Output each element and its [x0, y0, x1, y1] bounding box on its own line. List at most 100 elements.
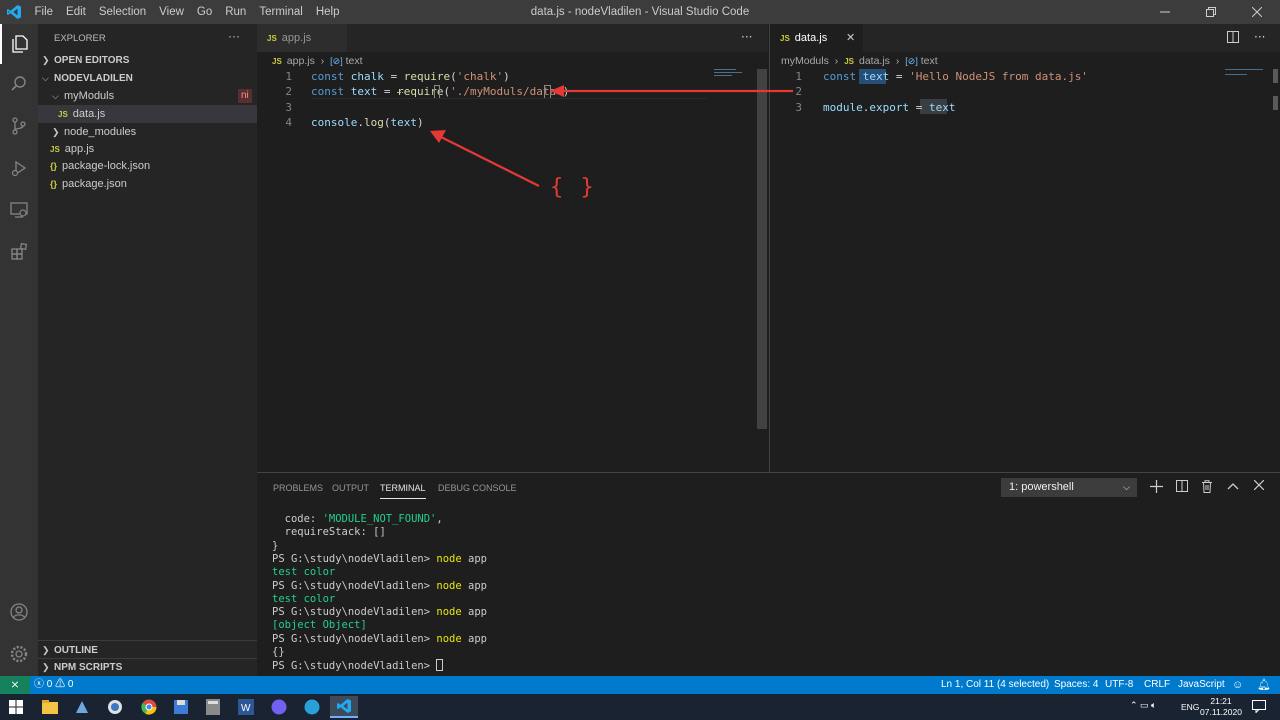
split-editor-icon[interactable] — [1227, 31, 1239, 46]
json-file-icon: {} — [50, 161, 58, 171]
save-disk-icon[interactable] — [167, 696, 195, 718]
tab-problems[interactable]: PROBLEMS — [273, 483, 323, 493]
terminal-line: PS G:\study\nodeVladilen> node app — [272, 633, 487, 646]
menu-bar: File Edit Selection View Go Run Terminal Help — [28, 0, 346, 24]
menu-run[interactable]: Run — [219, 0, 253, 24]
annotation-arrow — [550, 85, 793, 97]
menu-selection[interactable]: Selection — [92, 0, 152, 24]
menu-help[interactable]: Help — [309, 0, 346, 24]
close-window-button[interactable] — [1234, 0, 1280, 24]
action-center-icon[interactable] — [1252, 700, 1266, 716]
indentation[interactable]: Spaces: 4 — [1054, 676, 1098, 694]
explorer-icon[interactable] — [0, 24, 38, 64]
menu-file[interactable]: File — [28, 0, 60, 24]
svg-text:W: W — [241, 703, 251, 714]
tray-icons[interactable]: ⌃ ▭ 🔈︎ — [1130, 700, 1156, 711]
source-control-icon[interactable] — [0, 106, 38, 146]
language-indicator[interactable]: ENG — [1181, 702, 1199, 712]
cursor-position[interactable]: Ln 1, Col 11 (4 selected) — [941, 676, 1049, 694]
explorer-sidebar: EXPLORER ··· ❯ OPEN EDITORS ⌵ NODEVLADILEN… — [38, 24, 257, 676]
chevron-down-icon: ⌵ — [42, 73, 49, 83]
remote-explorer-icon[interactable] — [0, 190, 38, 230]
npm-scripts-section[interactable]: ❯ NPM SCRIPTS — [38, 658, 257, 676]
search-icon[interactable] — [0, 64, 38, 104]
vscode-taskbar-icon[interactable] — [330, 696, 358, 718]
terminal-token: PS G:\study\nodeVladilen> — [272, 660, 437, 673]
menu-go[interactable]: Go — [190, 0, 218, 24]
encoding[interactable]: UTF-8 — [1105, 676, 1133, 694]
notifications-bell-icon[interactable]: 🔔︎ — [1257, 676, 1271, 694]
code-area[interactable]: 1 const text = 'Hello NodeJS from data.js… — [770, 69, 1270, 129]
explorer-more-button[interactable]: ··· — [228, 29, 240, 43]
editor-more-button[interactable]: ··· — [1254, 30, 1265, 44]
code-token: text — [862, 70, 890, 83]
chevron-down-icon: ⌵ — [1123, 482, 1130, 492]
scrollbar-thumb[interactable] — [1273, 96, 1278, 110]
close-panel-icon[interactable] — [1253, 479, 1265, 493]
tree-file-data-js[interactable]: JS data.js — [38, 105, 257, 123]
terminal-output[interactable]: code: 'MODULE_NOT_FOUND', requireStack: … — [257, 513, 1257, 675]
js-file-icon: JS — [844, 57, 854, 66]
terminal-token: } — [272, 539, 279, 552]
editor-group-right: JS data.js ✕ ··· myModuls › JS data.js › [… — [550, 24, 1280, 472]
tree-folder-mymoduls[interactable]: ⌵ myModuls ni — [38, 87, 257, 105]
menu-edit[interactable]: Edit — [60, 0, 93, 24]
new-terminal-icon[interactable] — [1150, 480, 1163, 496]
scrollbar-thumb[interactable] — [1273, 69, 1278, 83]
minimap[interactable] — [1225, 69, 1270, 77]
json-file-icon: {} — [50, 179, 58, 189]
terminal-token: test color — [272, 566, 336, 579]
minimize-button[interactable] — [1142, 0, 1188, 24]
split-terminal-icon[interactable] — [1176, 480, 1188, 495]
file-explorer-icon[interactable] — [36, 696, 64, 718]
tab-bar: JS data.js ✕ ··· — [770, 24, 1280, 52]
chrome-icon[interactable] — [135, 696, 163, 718]
restore-button[interactable] — [1188, 0, 1234, 24]
word-icon[interactable]: W — [232, 696, 260, 718]
terminal-token: requireStack: [] — [272, 526, 386, 539]
problems-indicator[interactable]: ⓧ 0 ⚠ 0 — [34, 676, 73, 694]
terminal-token: PS G:\study\nodeVladilen> — [272, 632, 437, 645]
tree-folder-node-modules[interactable]: ❯ node_modules — [38, 123, 257, 141]
project-section[interactable]: ⌵ NODEVLADILEN — [38, 69, 257, 87]
tree-file-package-json[interactable]: {} package.json — [38, 175, 257, 193]
warning-icon: ⚠ — [55, 679, 66, 690]
terminal-line: {} — [272, 646, 285, 659]
terminal-line: PS G:\study\nodeVladilen> node app — [272, 606, 487, 619]
menu-view[interactable]: View — [153, 0, 191, 24]
menu-terminal[interactable]: Terminal — [253, 0, 309, 24]
terminal-select[interactable]: 1: powershell ⌵ — [1001, 478, 1137, 497]
language-mode[interactable]: JavaScript — [1178, 676, 1225, 694]
line-ending[interactable]: CRLF — [1144, 676, 1170, 694]
tree-file-package-lock-json[interactable]: {} package-lock.json — [38, 157, 257, 175]
trash-icon[interactable] — [1201, 480, 1213, 496]
settings-gear-icon[interactable] — [0, 634, 38, 674]
messenger-icon[interactable] — [298, 696, 326, 718]
windows-start-icon[interactable] — [2, 696, 30, 718]
outline-section[interactable]: ❯ OUTLINE — [38, 641, 257, 659]
terminal-token: [object Object] — [272, 619, 367, 632]
run-debug-icon[interactable] — [0, 148, 38, 188]
close-tab-icon[interactable]: ✕ — [846, 24, 855, 52]
terminal-token: node — [436, 632, 462, 645]
close-icon — [1252, 7, 1262, 17]
remote-indicator[interactable]: ⨯ — [0, 676, 30, 694]
accounts-icon[interactable] — [0, 592, 38, 632]
maximize-panel-icon[interactable] — [1227, 481, 1239, 494]
app-icon[interactable] — [68, 696, 96, 718]
extensions-icon[interactable] — [0, 232, 38, 272]
feedback-icon[interactable]: ☺ — [1232, 676, 1243, 694]
vscode-logo-icon — [6, 4, 22, 20]
tree-file-app-js[interactable]: JS app.js — [38, 140, 257, 158]
tab-terminal[interactable]: TERMINAL — [380, 483, 426, 499]
clock[interactable]: 21:21 07.11.2020 — [1200, 696, 1242, 718]
app-icon[interactable] — [101, 696, 129, 718]
terminal-line: PS G:\study\nodeVladilen> — [272, 659, 444, 673]
terminal-line: PS G:\study\nodeVladilen> node app — [272, 580, 487, 593]
chevron-right-icon: › — [895, 55, 900, 67]
tab-output[interactable]: OUTPUT — [332, 483, 369, 493]
tab-debug-console[interactable]: DEBUG CONSOLE — [438, 483, 517, 493]
viber-icon[interactable] — [265, 696, 293, 718]
open-editors-section[interactable]: ❯ OPEN EDITORS — [38, 51, 257, 69]
calculator-icon[interactable] — [199, 696, 227, 718]
